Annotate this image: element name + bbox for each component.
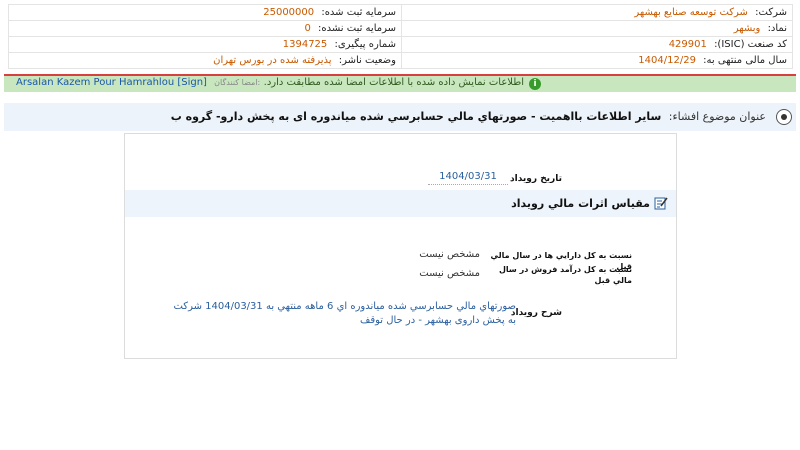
capital-label: سرمایه ثبت شده: [321, 7, 396, 18]
company-value: شرکت توسعه صنایع بهشهر [634, 7, 748, 18]
signers-label: امضا کنندگان: [214, 78, 261, 87]
status-value: پذیرفته شده در بورس تهران [213, 55, 332, 66]
symbol-label: نماد: [767, 23, 787, 34]
signature-status-bar: i اطلاعات نمایش داده شده با اطلاعات امضا… [4, 76, 796, 92]
isic-value: 429901 [668, 39, 707, 50]
capital-value: 25000000 [263, 7, 315, 18]
status-label: وضعیت ناشر: [338, 55, 396, 66]
unregistered-label: سرمایه ثبت نشده: [318, 23, 396, 34]
tracking-value: 1394725 [282, 39, 328, 50]
event-panel: تاريخ رويداد 1404/03/31 مقياس اثرات مالي… [124, 133, 677, 359]
disclosure-title: عنوان موضوع افشاء: ساير اطلاعات بااهميت … [171, 110, 766, 123]
disclosure-title-text: ساير اطلاعات بااهميت - صورتهاي مالي حساب… [170, 110, 662, 123]
event-description-label: شرح رويداد [510, 308, 562, 318]
event-description-value: صورتهاي مالي حسابرسي شده مياندوره اي 6 م… [173, 301, 516, 326]
unregistered-value: 0 [304, 23, 311, 34]
info-icon: i [529, 78, 541, 90]
financial-impact-section-header: مقياس اثرات مالي رويداد [125, 190, 676, 217]
isic-cell: کد صنعت (ISIC): 429901 [401, 36, 793, 53]
tracking-label: شماره پیگیری: [334, 39, 396, 50]
company-info-table: شرکت: شرکت توسعه صنایع بهشهر سرمایه ثبت … [8, 4, 793, 69]
company-info-header: شرکت: شرکت توسعه صنایع بهشهر سرمایه ثبت … [8, 4, 793, 70]
fiscal-label: سال مالی منتهی به: [703, 55, 787, 66]
signers: Arsalan Kazem Pour Hamrahlou [Sign] امضا… [16, 77, 260, 88]
isic-label: کد صنعت (ISIC): [714, 39, 787, 50]
sales-ratio-label: نسبت به کل درآمد فروش در سال مالي قبل [498, 265, 632, 285]
event-date-label: تاريخ رويداد [510, 174, 562, 184]
symbol-value: وبشهر [733, 23, 761, 34]
company-label: شرکت: [755, 7, 787, 18]
radio-bullet-icon [776, 109, 792, 125]
tracking-cell: شماره پیگیری: 1394725 [8, 36, 402, 53]
signature-status-message: اطلاعات نمایش داده شده با اطلاعات امضا ش… [263, 77, 524, 88]
disclosure-title-bar: عنوان موضوع افشاء: ساير اطلاعات بااهميت … [4, 103, 796, 131]
disclosure-title-label: عنوان موضوع افشاء: [668, 110, 766, 123]
company-cell: شرکت: شرکت توسعه صنایع بهشهر [401, 4, 793, 21]
event-date-value: 1404/03/31 [428, 171, 508, 185]
sales-ratio-value: مشخص نيست [419, 268, 480, 279]
unregistered-capital-cell: سرمایه ثبت نشده: 0 [8, 20, 402, 37]
publisher-status-cell: وضعیت ناشر: پذیرفته شده در بورس تهران [8, 52, 402, 69]
capital-cell: سرمایه ثبت شده: 25000000 [8, 4, 402, 21]
fiscal-value: 1404/12/29 [638, 55, 696, 66]
financial-impact-title: مقياس اثرات مالي رويداد [511, 197, 650, 210]
edit-note-icon [654, 197, 668, 210]
symbol-cell: نماد: وبشهر [401, 20, 793, 37]
fiscal-year-cell: سال مالی منتهی به: 1404/12/29 [401, 52, 793, 69]
assets-ratio-value: مشخص نيست [419, 249, 480, 260]
signer-name-link[interactable]: Arsalan Kazem Pour Hamrahlou [Sign] [16, 77, 207, 88]
